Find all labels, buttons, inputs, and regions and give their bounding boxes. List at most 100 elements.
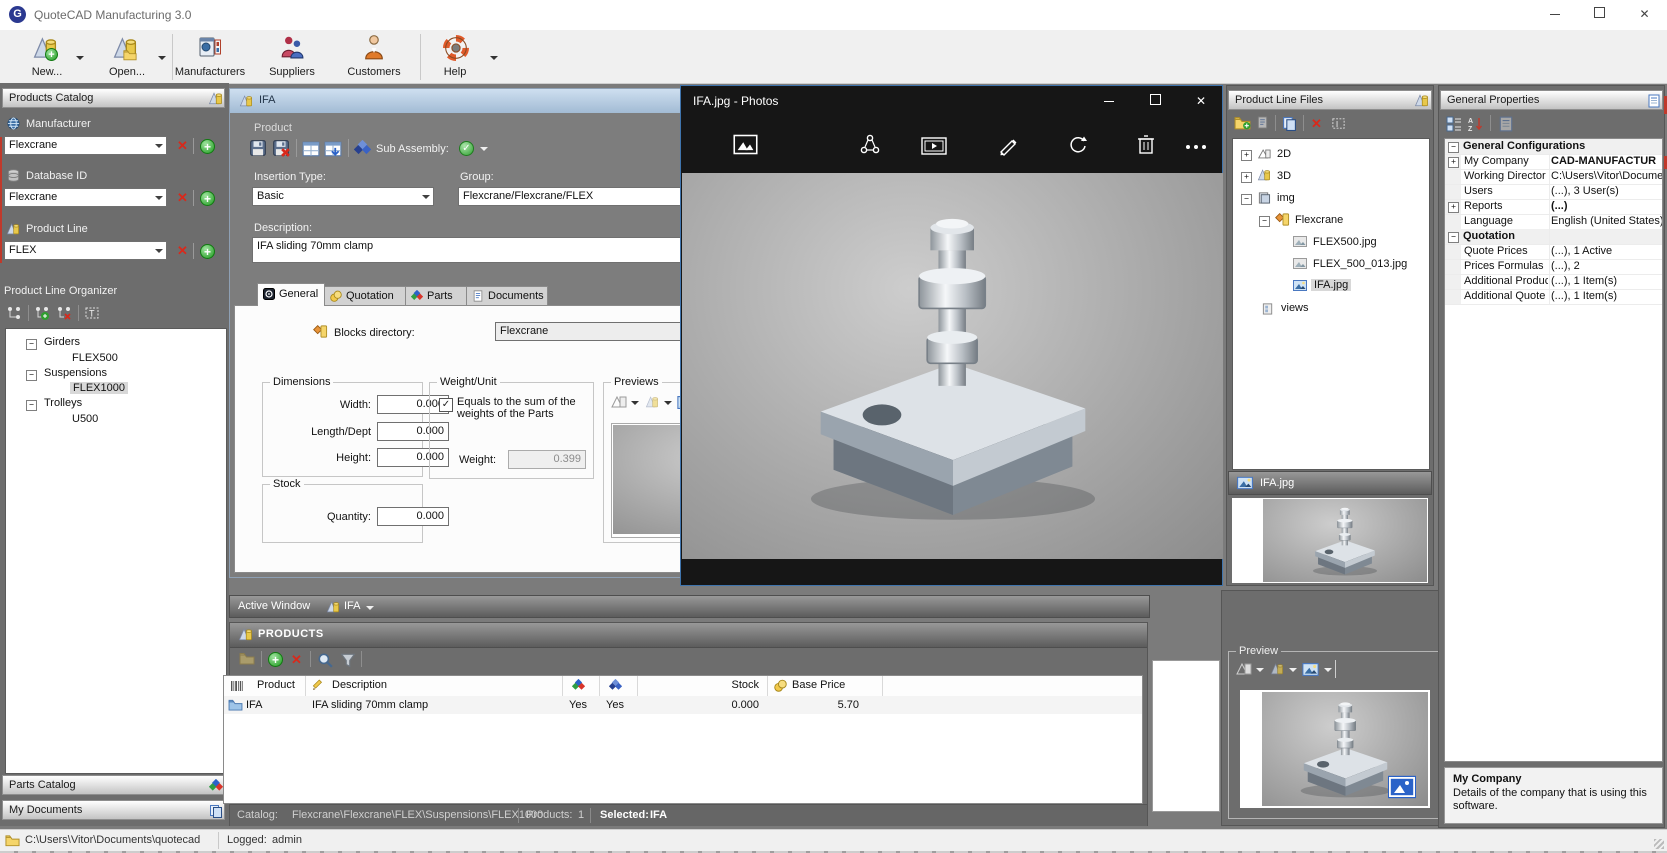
collapse-icon[interactable]: [1448, 142, 1459, 153]
weight-sum-checkbox[interactable]: ✓: [439, 398, 453, 412]
col-product[interactable]: Product: [257, 679, 295, 691]
categorized-icon[interactable]: [1446, 116, 1462, 132]
new-dropdown-button[interactable]: [72, 48, 88, 68]
photo-badge-icon[interactable]: [1388, 774, 1416, 800]
tree-item-flex500jpg[interactable]: FLEX500.jpg: [1313, 236, 1377, 248]
category-quotation[interactable]: Quotation: [1445, 229, 1663, 244]
parts-catalog-bar[interactable]: Parts Catalog: [2, 775, 225, 795]
property-row-language[interactable]: Language English (United States): [1445, 214, 1663, 229]
property-row-working-directory[interactable]: Working Director C:\Users\Vitor\Documen: [1445, 169, 1663, 184]
preview-image-icon[interactable]: [1302, 663, 1319, 676]
property-pages-icon[interactable]: [1498, 116, 1514, 132]
tree-item-flex500[interactable]: FLEX500: [72, 352, 118, 364]
property-value[interactable]: (...), 1 Item(s): [1551, 289, 1663, 304]
tree-item-flex1000-selected[interactable]: FLEX1000: [70, 382, 128, 394]
photo-canvas[interactable]: [682, 173, 1223, 559]
database-id-add-button[interactable]: [200, 191, 215, 206]
manufacturers-button[interactable]: Manufacturers: [176, 34, 244, 80]
new-button[interactable]: New...: [18, 34, 76, 80]
expand-icon[interactable]: [1448, 202, 1459, 213]
edit-icon[interactable]: [997, 134, 1019, 156]
collapse-icon[interactable]: [26, 400, 37, 411]
tree-item-flex500013jpg[interactable]: FLEX_500_013.jpg: [1313, 258, 1407, 270]
chevron-down-icon[interactable]: [1256, 668, 1264, 676]
tab-parts[interactable]: Parts: [405, 286, 467, 306]
chevron-down-icon[interactable]: [664, 401, 672, 409]
property-value[interactable]: (...), 1 Active: [1551, 244, 1663, 259]
tree-item-suspensions[interactable]: Suspensions: [44, 367, 107, 379]
collapse-icon[interactable]: [1448, 232, 1459, 243]
filter-icon[interactable]: [340, 652, 356, 668]
product-line-add-button[interactable]: [200, 244, 215, 259]
rotate-icon[interactable]: [1067, 134, 1089, 156]
preview-2d-icon[interactable]: [1236, 662, 1252, 676]
tab-general[interactable]: General: [257, 283, 325, 306]
datasheet-icon[interactable]: [302, 141, 320, 157]
column-separator[interactable]: [882, 676, 883, 696]
col-parts-icon[interactable]: [572, 679, 585, 692]
tree-item-u500[interactable]: U500: [72, 413, 98, 425]
product-line-select[interactable]: FLEX: [4, 241, 167, 260]
photos-maximize-button[interactable]: [1132, 86, 1178, 117]
property-row-additional-products[interactable]: Additional Produc (...), 1 Item(s): [1445, 274, 1663, 289]
property-row-reports[interactable]: Reports (...): [1445, 199, 1663, 214]
help-dropdown-button[interactable]: [486, 48, 502, 68]
help-button[interactable]: Help: [426, 34, 484, 80]
collapse-icon[interactable]: [26, 370, 37, 381]
chevron-down-icon[interactable]: [366, 606, 374, 614]
property-row-users[interactable]: Users (...), 3 User(s): [1445, 184, 1663, 199]
chevron-down-icon[interactable]: [1324, 668, 1332, 676]
manufacturer-delete-button[interactable]: [177, 139, 188, 152]
photos-minimize-button[interactable]: [1086, 86, 1132, 117]
add-file-icon[interactable]: [1256, 115, 1269, 130]
quantity-field[interactable]: 0.000: [377, 507, 449, 526]
manufacturer-add-button[interactable]: [200, 139, 215, 154]
collapse-icon[interactable]: [1259, 216, 1270, 227]
preview-3d-icon[interactable]: [644, 395, 660, 409]
organizer-delete-node-icon[interactable]: [56, 305, 72, 321]
property-value[interactable]: (...), 3 User(s): [1551, 184, 1663, 199]
database-id-select[interactable]: Flexcrane: [4, 188, 167, 207]
property-value[interactable]: (...): [1551, 199, 1663, 214]
property-row-my-company[interactable]: My Company CAD-MANUFACTUR: [1445, 154, 1663, 169]
property-value[interactable]: (...), 1 Item(s): [1551, 274, 1663, 289]
tree-item-flexcrane[interactable]: Flexcrane: [1295, 214, 1343, 226]
see-all-photos-icon[interactable]: [732, 132, 759, 157]
expand-icon[interactable]: [1241, 172, 1252, 183]
database-id-delete-button[interactable]: [177, 191, 188, 204]
expand-icon[interactable]: [1448, 157, 1459, 168]
slideshow-icon[interactable]: [921, 137, 947, 155]
column-separator[interactable]: [562, 676, 563, 696]
tree-item-img[interactable]: img: [1277, 192, 1295, 204]
property-value[interactable]: English (United States): [1551, 214, 1663, 229]
sort-alphabetical-icon[interactable]: AZ: [1468, 116, 1484, 132]
tree-item-ifajpg-selected[interactable]: IFA.jpg: [1311, 279, 1351, 291]
property-row-additional-quote[interactable]: Additional Quote (...), 1 Item(s): [1445, 289, 1663, 304]
product-row-ifa[interactable]: IFA IFA sliding 70mm clamp Yes Yes 0.000…: [224, 696, 1142, 714]
collapse-icon[interactable]: [26, 339, 37, 350]
property-value[interactable]: C:\Users\Vitor\Documen: [1551, 169, 1663, 184]
preview-2d-icon[interactable]: [611, 395, 627, 409]
tree-item-girders[interactable]: Girders: [44, 336, 80, 348]
property-value[interactable]: (...), 2: [1551, 259, 1663, 274]
delete-product-button[interactable]: [291, 653, 302, 666]
collapse-icon[interactable]: [1241, 194, 1252, 205]
photos-close-button[interactable]: ✕: [1178, 86, 1224, 117]
app-close-button[interactable]: [1622, 0, 1667, 29]
copy-file-icon[interactable]: [1282, 116, 1297, 131]
col-subassembly-icon[interactable]: [609, 679, 622, 692]
resize-grip[interactable]: [1654, 839, 1664, 849]
expand-icon[interactable]: [1241, 150, 1252, 161]
share-icon[interactable]: [859, 134, 881, 156]
grid-divider[interactable]: [1549, 154, 1550, 304]
chevron-down-icon[interactable]: [480, 147, 488, 155]
search-icon[interactable]: [317, 652, 333, 668]
col-base-price[interactable]: Base Price: [792, 679, 845, 691]
tree-item-views[interactable]: views: [1281, 302, 1309, 314]
datasheet-export-icon[interactable]: [324, 141, 342, 157]
chevron-down-icon[interactable]: [1289, 668, 1297, 676]
column-separator[interactable]: [637, 676, 638, 696]
app-minimize-button[interactable]: [1532, 0, 1577, 29]
tree-item-2d[interactable]: 2D: [1277, 148, 1291, 160]
open-product-icon[interactable]: [239, 652, 255, 665]
